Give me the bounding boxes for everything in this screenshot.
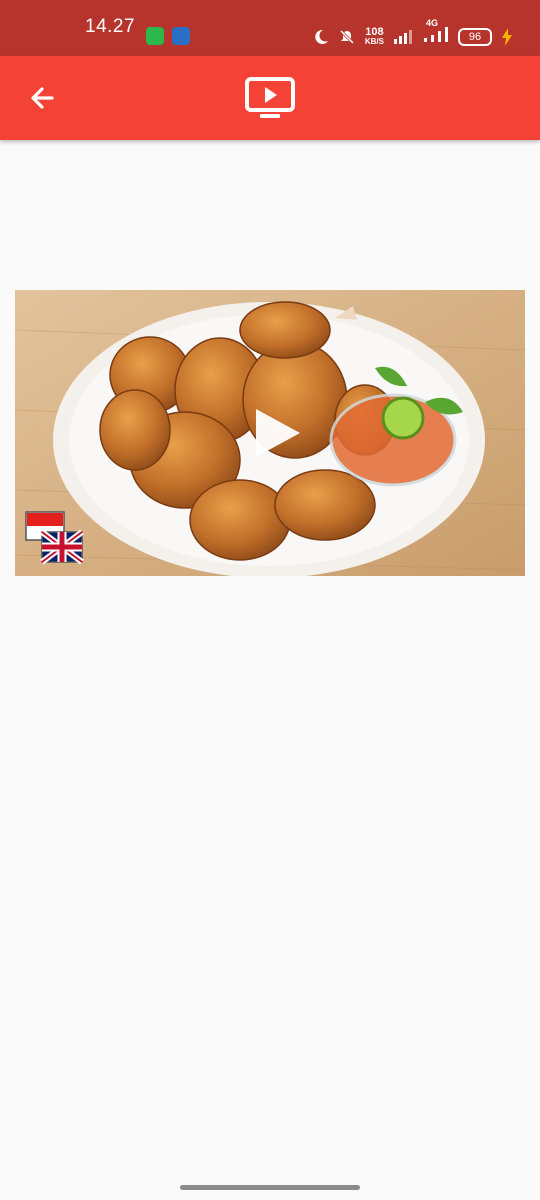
battery-icon: 96 <box>458 27 492 46</box>
status-right: 108 KB/S 4G 96 <box>313 18 512 47</box>
tv-play-icon <box>245 77 295 118</box>
arrow-left-icon <box>31 87 54 109</box>
app-bar <box>0 56 540 140</box>
network-type: 4G <box>426 18 439 28</box>
signal-4g: 4G <box>424 18 448 47</box>
moon-icon <box>315 29 328 44</box>
network-speed-value: 108 <box>365 25 384 38</box>
app-store-notification-icon <box>146 27 164 45</box>
language-switch[interactable] <box>25 510 87 568</box>
status-time: 14.27 <box>85 16 136 37</box>
back-button[interactable] <box>22 78 62 118</box>
signal-icon <box>394 29 412 44</box>
uk-flag-icon <box>40 529 84 565</box>
network-speed: 108 KB/S <box>364 25 384 47</box>
app-notification-icon <box>172 27 190 45</box>
network-speed-unit: KB/S <box>364 36 384 46</box>
notification-icons <box>146 27 190 45</box>
video-thumbnail[interactable] <box>15 290 525 576</box>
battery-level: 96 <box>468 30 482 43</box>
play-icon[interactable] <box>254 407 302 459</box>
muted-bell-icon <box>339 29 354 44</box>
home-indicator[interactable] <box>180 1185 360 1190</box>
signal-4g-icon <box>424 27 448 42</box>
status-bar: 14.27 108 KB/S 4G 96 <box>0 0 540 56</box>
charging-icon <box>502 27 512 46</box>
